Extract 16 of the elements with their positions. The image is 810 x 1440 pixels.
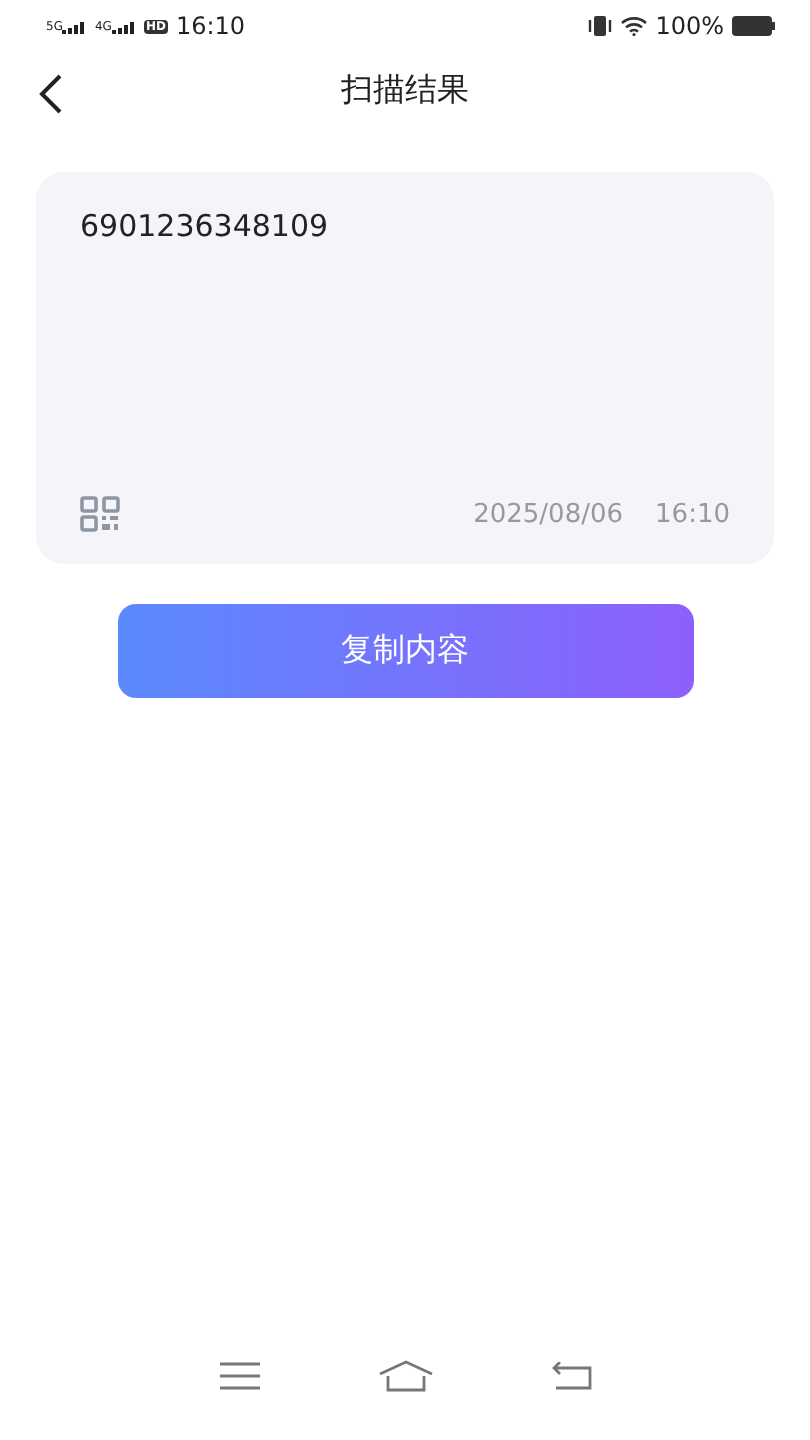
scan-time: 16:10 xyxy=(655,499,730,529)
scan-content: 6901236348109 xyxy=(80,208,331,244)
scan-date: 2025/08/06 xyxy=(473,499,624,529)
vibrate-icon xyxy=(587,16,612,36)
menu-icon[interactable] xyxy=(219,1362,259,1390)
signal-icon xyxy=(62,21,87,33)
home-icon[interactable] xyxy=(377,1360,433,1392)
battery-icon xyxy=(732,16,776,36)
status-time: 16:10 xyxy=(175,12,246,40)
back-icon[interactable] xyxy=(551,1362,591,1390)
signal-icon xyxy=(111,21,136,33)
copy-button[interactable]: 复制内容 xyxy=(117,604,693,698)
wifi-icon xyxy=(619,16,648,36)
qr-code-icon xyxy=(80,496,120,532)
page-title: 扫描结果 xyxy=(341,69,469,111)
battery-percent: 100% xyxy=(655,12,724,40)
